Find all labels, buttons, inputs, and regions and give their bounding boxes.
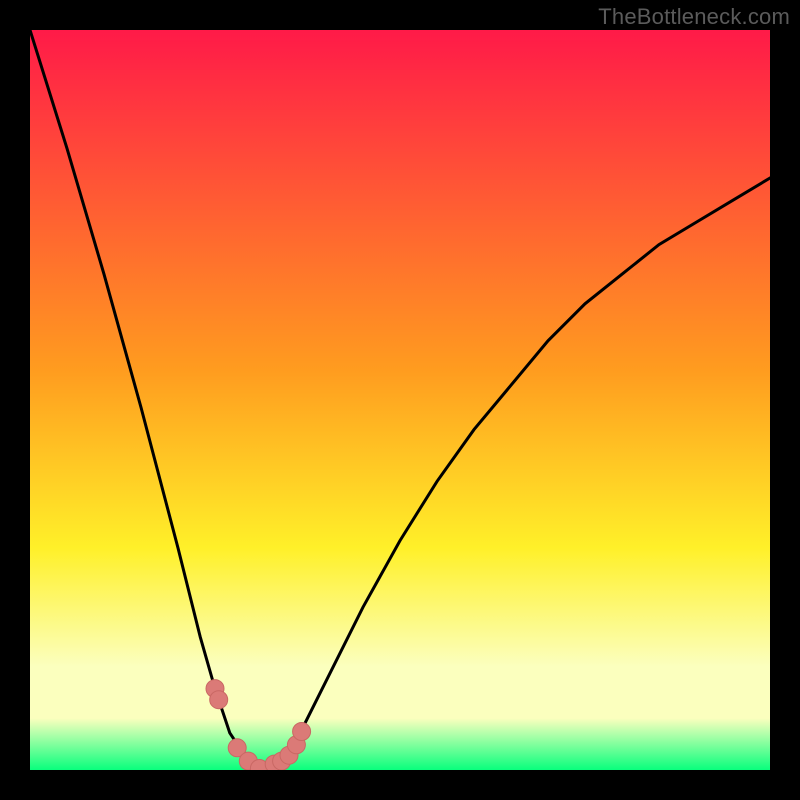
data-marker: [210, 691, 228, 709]
data-marker: [293, 723, 311, 741]
watermark-text: TheBottleneck.com: [598, 4, 790, 30]
chart-frame: TheBottleneck.com: [0, 0, 800, 800]
plot-area: [30, 30, 770, 770]
chart-svg: [30, 30, 770, 770]
gradient-background: [30, 30, 770, 770]
